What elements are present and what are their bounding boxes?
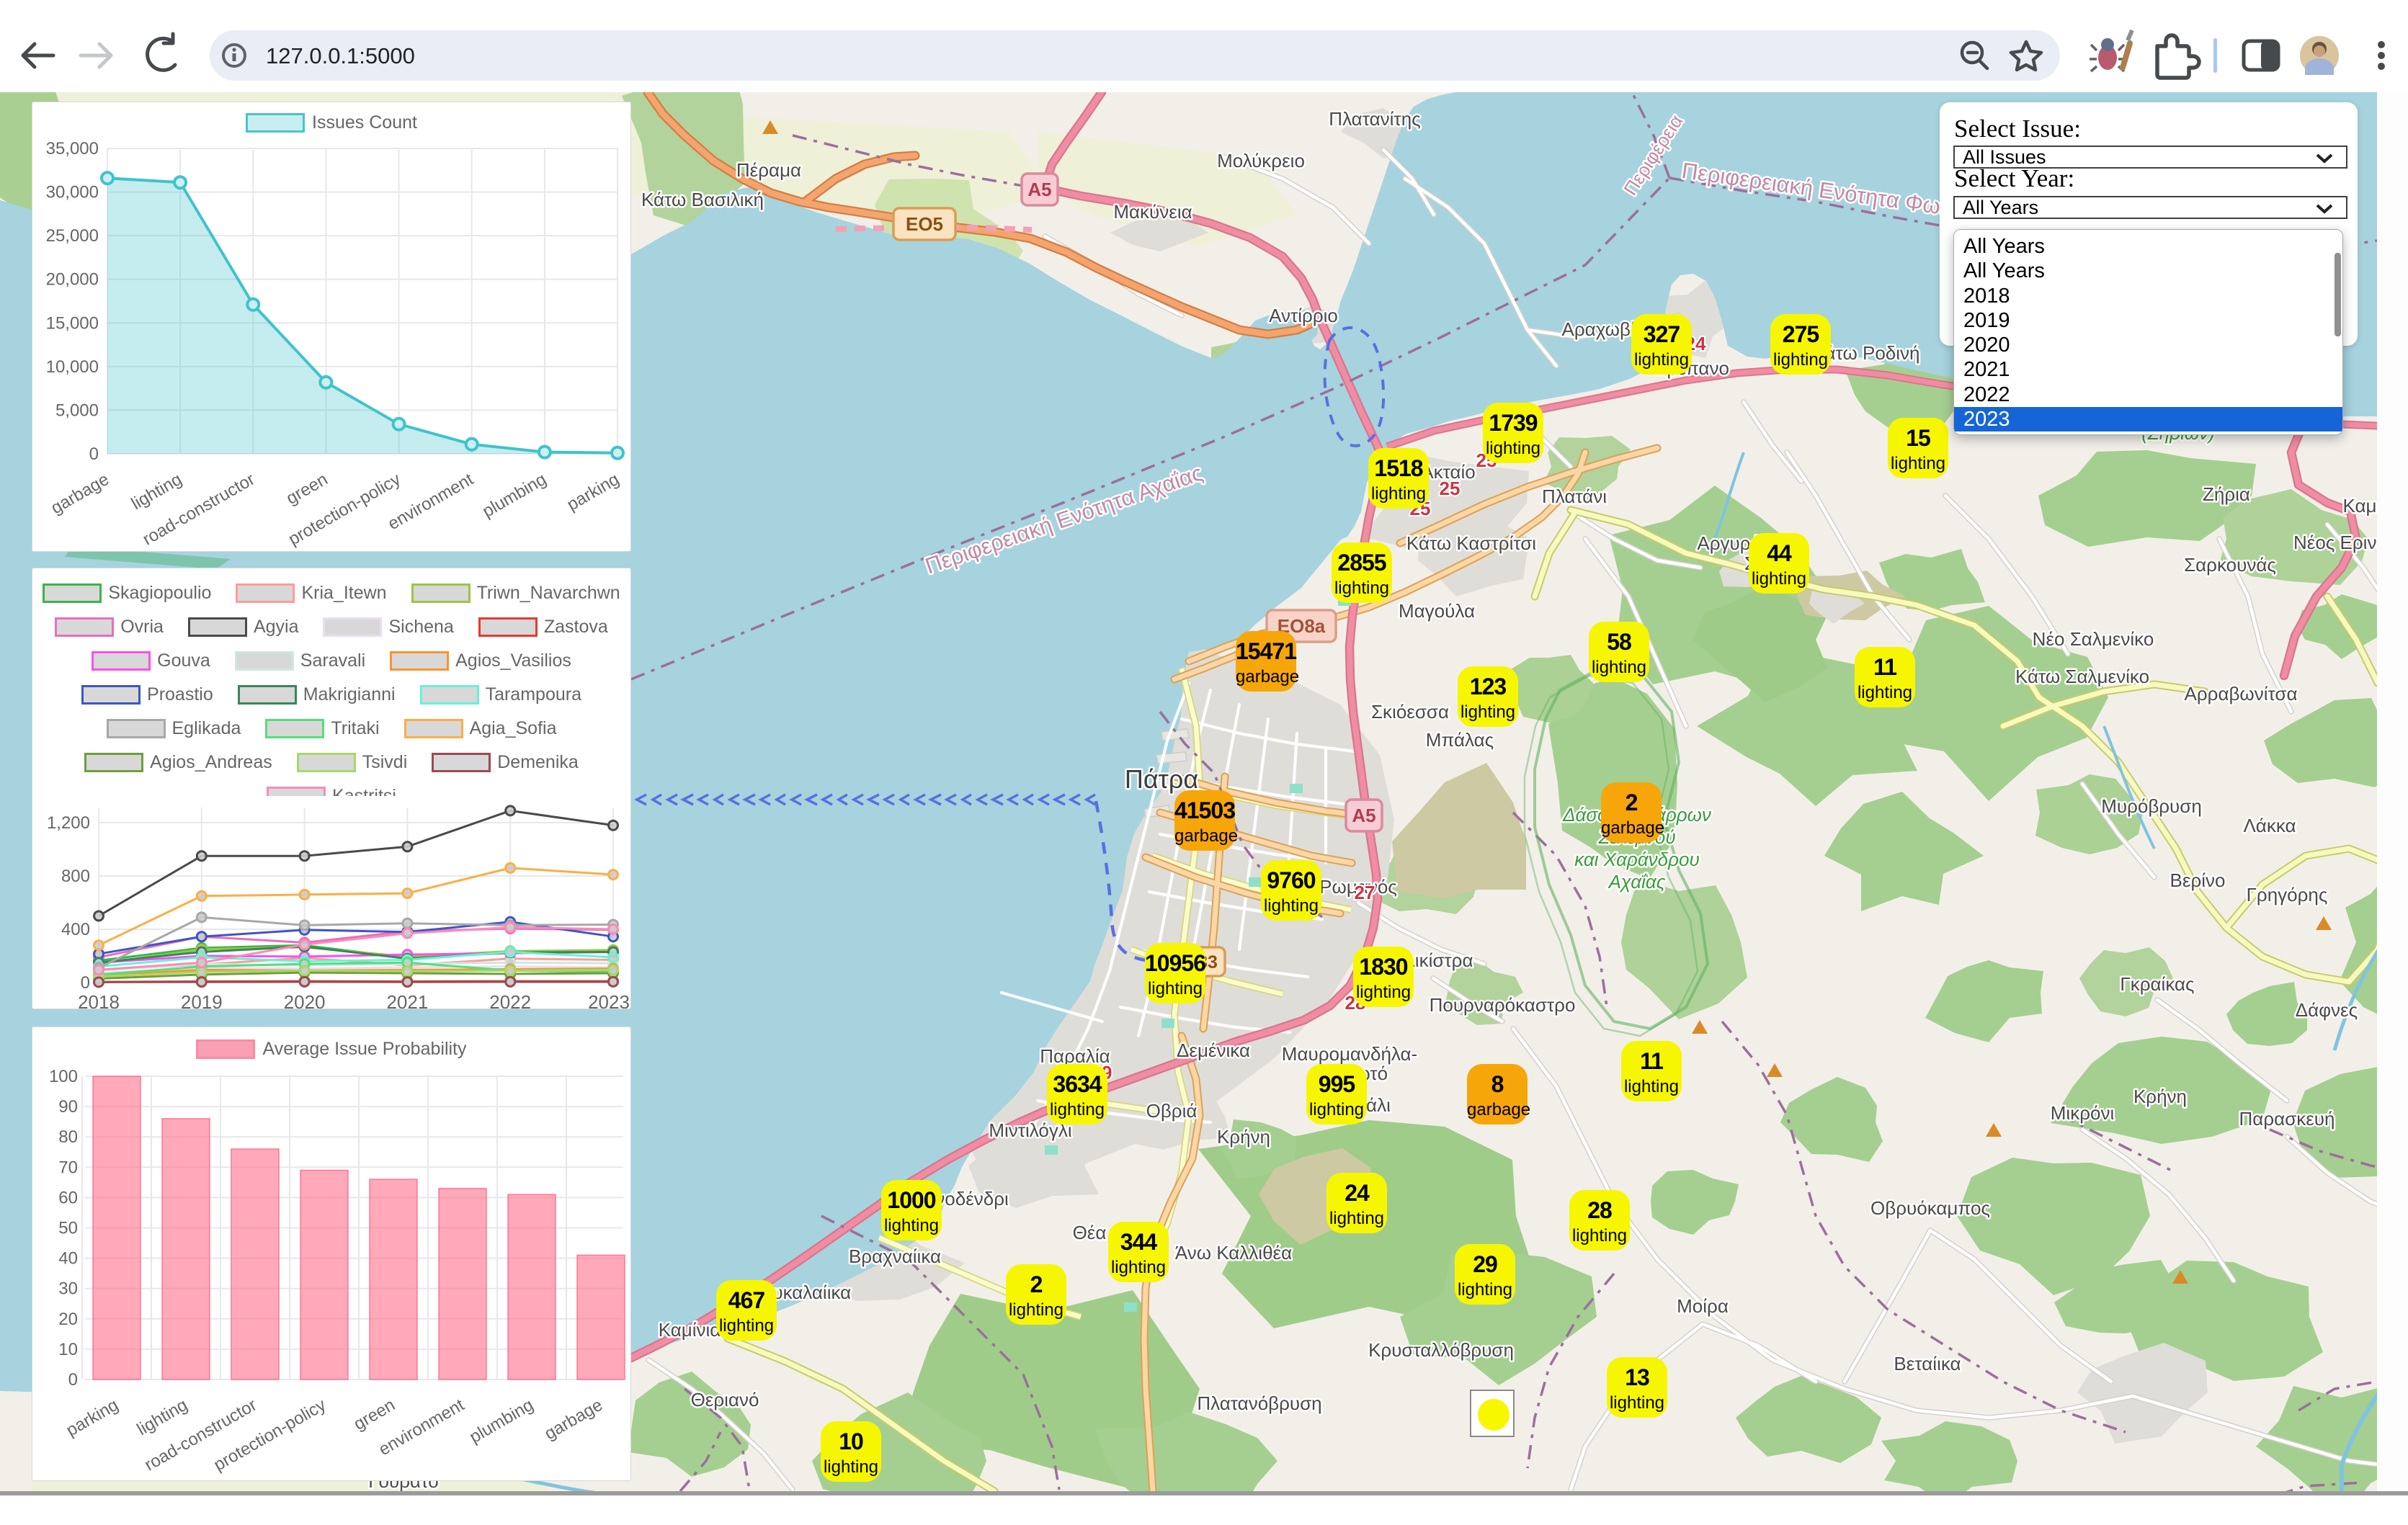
svg-text:Μαγούλα: Μαγούλα [1399,600,1475,622]
svg-text:Δάφνες: Δάφνες [2296,999,2358,1021]
svg-text:Μολύκρειο: Μολύκρειο [1217,150,1305,171]
svg-text:Πουρναρόκαστρο: Πουρναρόκαστρο [1430,994,1576,1016]
svg-text:30: 30 [58,1279,78,1299]
svg-text:Αρραβωνίτσα: Αρραβωνίτσα [2185,683,2298,705]
svg-text:lighting: lighting [134,1395,191,1439]
svg-text:Κρυσταλλόβρυση: Κρυσταλλόβρυση [1368,1339,1514,1361]
svg-text:Μπάλας: Μπάλας [1426,729,1494,751]
svg-text:2019: 2019 [181,991,223,1009]
svg-text:35,000: 35,000 [46,139,99,158]
svg-text:25: 25 [1440,478,1461,499]
svg-text:lighting: lighting [128,470,185,514]
svg-text:plumbing: plumbing [466,1395,537,1447]
svg-text:800: 800 [61,867,90,886]
svg-text:Μακύνεια: Μακύνεια [1113,201,1192,223]
svg-text:2020: 2020 [284,991,326,1009]
svg-text:Άνω Καλλιθέα: Άνω Καλλιθέα [1175,1242,1292,1264]
svg-text:5,000: 5,000 [55,401,99,420]
svg-text:Πάτρα: Πάτρα [1125,764,1198,794]
svg-text:0: 0 [81,973,90,993]
svg-text:A5: A5 [1352,805,1375,826]
svg-text:Πέραμα: Πέραμα [736,159,801,181]
svg-text:Παρασκευή: Παρασκευή [2239,1108,2335,1130]
svg-text:Μικρόνι: Μικρόνι [2051,1102,2115,1124]
svg-text:και Χαράνδρου: και Χαράνδρου [1574,849,1700,870]
svg-text:Πλατανόβρυση: Πλατανόβρυση [1197,1392,1321,1414]
svg-text:Γρηγόρης: Γρηγόρης [2247,884,2328,905]
svg-text:2023: 2023 [588,991,630,1009]
svg-text:Οβρυόκαμπος: Οβρυόκαμπος [1870,1197,1990,1219]
svg-text:EO5: EO5 [906,213,943,235]
svg-text:10,000: 10,000 [46,357,99,377]
svg-text:Πλατάνι: Πλατάνι [1542,486,1607,507]
svg-text:Κάτω Καστρίτσι: Κάτω Καστρίτσι [1406,532,1536,554]
svg-text:Λάκκα: Λάκκα [2243,815,2296,836]
svg-text:15,000: 15,000 [46,313,99,333]
svg-text:1,200: 1,200 [47,813,90,833]
svg-text:Αχαΐας: Αχαΐας [1607,871,1666,893]
svg-text:Αντίρριο: Αντίρριο [1269,305,1338,326]
svg-text:Ζήρια: Ζήρια [2203,483,2250,505]
svg-text:Κάτω Βασιλική: Κάτω Βασιλική [641,189,764,210]
svg-text:plumbing: plumbing [479,470,550,522]
svg-text:20: 20 [58,1310,78,1329]
svg-text:20,000: 20,000 [46,270,99,290]
svg-text:Βερίνο: Βερίνο [2170,869,2226,891]
svg-text:garbage: garbage [48,470,112,518]
svg-text:Μυρόβρυση: Μυρόβρυση [2101,795,2202,817]
svg-text:Κρήνη: Κρήνη [2133,1086,2187,1107]
svg-text:400: 400 [61,920,90,939]
svg-text:30,000: 30,000 [46,183,99,202]
svg-text:2018: 2018 [78,991,120,1009]
svg-text:60: 60 [58,1188,78,1207]
svg-text:garbage: garbage [541,1395,606,1444]
svg-text:27: 27 [1355,882,1375,903]
svg-text:Θεριανό: Θεριανό [691,1389,759,1410]
svg-text:70: 70 [58,1158,78,1177]
svg-text:50: 50 [58,1219,78,1238]
svg-text:90: 90 [58,1097,78,1117]
svg-text:Μαυρομανδήλα-: Μαυρομανδήλα- [1282,1043,1417,1065]
svg-text:green: green [350,1395,398,1434]
svg-text:Δεμένικα: Δεμένικα [1177,1039,1250,1061]
svg-text:Πλατανίτης: Πλατανίτης [1329,108,1420,130]
svg-text:127.0.0.1:5000: 127.0.0.1:5000 [266,43,415,68]
svg-text:Νέο Σαλμενίκο: Νέο Σαλμενίκο [2033,628,2154,650]
svg-text:Καμίνια: Καμίνια [659,1319,721,1341]
svg-text:10: 10 [58,1340,78,1359]
svg-text:green: green [283,470,331,509]
svg-text:25,000: 25,000 [46,226,99,246]
svg-text:A5: A5 [1027,179,1051,200]
svg-text:80: 80 [58,1127,78,1147]
svg-text:Κρήνη: Κρήνη [1217,1126,1270,1148]
svg-text:Γκραίκας: Γκραίκας [2120,973,2194,995]
svg-text:0: 0 [68,1370,78,1390]
svg-text:Σαρκουνάς: Σαρκουνάς [2184,554,2276,576]
svg-text:Κάτω Σαλμενίκο: Κάτω Σαλμενίκο [2015,666,2149,687]
svg-text:Θέα: Θέα [1073,1222,1107,1243]
svg-text:2021: 2021 [386,991,428,1009]
svg-text:40: 40 [58,1249,78,1269]
svg-text:Βεταίικα: Βεταίικα [1894,1353,1961,1374]
svg-text:0: 0 [89,444,99,464]
svg-text:100: 100 [49,1067,78,1086]
svg-text:parking: parking [563,470,623,515]
svg-text:Σκιόεσσα: Σκιόεσσα [1371,701,1449,723]
svg-text:parking: parking [63,1395,122,1441]
svg-text:2022: 2022 [489,991,531,1009]
svg-text:Μοίρα: Μοίρα [1677,1295,1729,1317]
svg-text:Οβριά: Οβριά [1146,1100,1198,1122]
svg-text:Βραχναίικα: Βραχναίικα [849,1246,941,1267]
